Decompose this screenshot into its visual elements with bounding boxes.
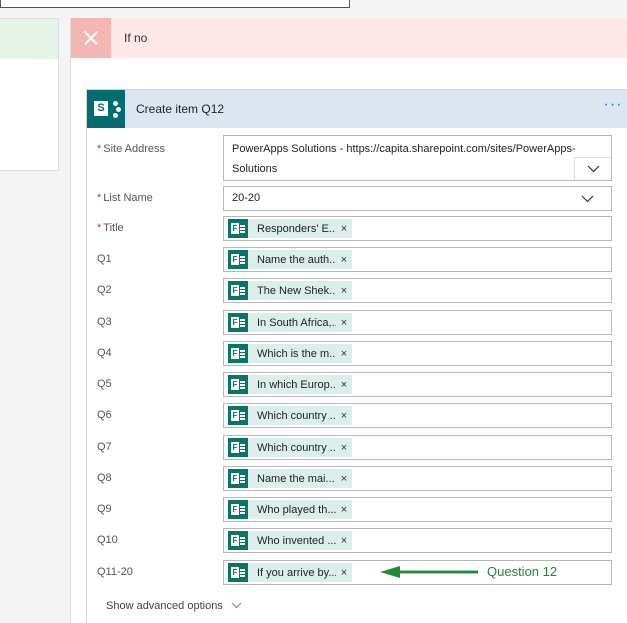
question-label: Q2 bbox=[97, 284, 112, 296]
if-no-branch: If no S Create item Q12 ··· * Site Addres… bbox=[70, 18, 627, 623]
remove-token-icon[interactable]: × bbox=[336, 285, 352, 297]
show-advanced-options-label: Show advanced options bbox=[106, 600, 223, 612]
site-address-field[interactable]: PowerApps Solutions - https://capita.sha… bbox=[223, 135, 612, 181]
card-title: Create item Q12 bbox=[136, 102, 225, 116]
forms-icon: F bbox=[228, 500, 248, 519]
show-advanced-options[interactable]: Show advanced options bbox=[106, 600, 242, 612]
if-no-label: If no bbox=[124, 31, 148, 45]
remove-token-icon[interactable]: × bbox=[336, 567, 352, 579]
question-field[interactable]: F Who played th... × bbox=[223, 497, 612, 522]
question-field[interactable]: F Who invented ... × bbox=[223, 528, 612, 553]
dynamic-content-token[interactable]: F Name the mai... × bbox=[228, 469, 352, 488]
chevron-down-icon[interactable] bbox=[581, 195, 594, 203]
token-label: Who played th... bbox=[257, 503, 336, 516]
remove-token-icon[interactable]: × bbox=[336, 442, 352, 454]
forms-icon: F bbox=[228, 250, 248, 269]
question-label: Q7 bbox=[97, 441, 112, 453]
site-address-label: * Site Address bbox=[97, 143, 166, 155]
list-name-value: 20-20 bbox=[232, 192, 261, 204]
question-field[interactable]: F Name the mai... × bbox=[223, 466, 612, 491]
list-name-field[interactable]: 20-20 bbox=[223, 186, 612, 211]
card-header[interactable]: S Create item Q12 ··· bbox=[87, 90, 627, 128]
remove-token-icon[interactable]: × bbox=[336, 410, 352, 422]
sharepoint-icon: S bbox=[87, 90, 125, 128]
dynamic-content-token[interactable]: F Who played th... × bbox=[228, 500, 352, 519]
forms-icon: F bbox=[228, 469, 248, 488]
token-label: Which country ... bbox=[257, 409, 336, 422]
dynamic-content-token[interactable]: F Which country ... × bbox=[228, 406, 352, 425]
if-yes-header[interactable] bbox=[0, 19, 58, 59]
question-field[interactable]: F In which Europ... × bbox=[223, 372, 612, 397]
token-label: Responders' E... bbox=[257, 222, 336, 235]
token-label: Which is the m... bbox=[257, 347, 336, 360]
token-label: Name the auth... bbox=[257, 253, 336, 266]
chevron-down-icon bbox=[587, 165, 600, 173]
remove-token-icon[interactable]: × bbox=[336, 473, 352, 485]
question-label: Q3 bbox=[97, 316, 112, 328]
forms-icon: F bbox=[228, 375, 248, 394]
dynamic-content-token[interactable]: F In South Africa,... × bbox=[228, 313, 352, 332]
question-field[interactable]: F Name the auth... × bbox=[223, 247, 612, 272]
remove-token-icon[interactable]: × bbox=[336, 535, 352, 547]
more-options-button[interactable]: ··· bbox=[602, 97, 624, 116]
forms-icon: F bbox=[228, 219, 248, 238]
forms-icon: F bbox=[228, 281, 248, 300]
remove-token-icon[interactable]: × bbox=[336, 379, 352, 391]
site-address-value-line2: Solutions bbox=[232, 163, 278, 175]
question-label: Q5 bbox=[97, 378, 112, 390]
remove-token-icon[interactable]: × bbox=[336, 504, 352, 516]
remove-token-icon[interactable]: × bbox=[336, 348, 352, 360]
dynamic-content-token[interactable]: F Responders' E... × bbox=[228, 219, 352, 238]
token-label: Who invented ... bbox=[257, 534, 336, 547]
forms-icon: F bbox=[228, 563, 248, 582]
dynamic-content-token[interactable]: F If you arrive by... × bbox=[228, 563, 352, 582]
title-field[interactable]: F Responders' E... × bbox=[223, 216, 612, 241]
remove-token-icon[interactable]: × bbox=[336, 254, 352, 266]
question-label: Q4 bbox=[97, 347, 112, 359]
token-label: In which Europ... bbox=[257, 378, 336, 391]
forms-icon: F bbox=[228, 344, 248, 363]
dynamic-content-token[interactable]: F Who invented ... × bbox=[228, 531, 352, 550]
question-field[interactable]: F The New Shek... × bbox=[223, 278, 612, 303]
token-label: The New Shek... bbox=[257, 284, 336, 297]
forms-icon: F bbox=[228, 438, 248, 457]
question-label: Q10 bbox=[97, 534, 118, 546]
question-label: Q6 bbox=[97, 409, 112, 421]
dynamic-content-token[interactable]: F Which is the m... × bbox=[228, 344, 352, 363]
token-label: If you arrive by... bbox=[257, 566, 336, 579]
chevron-down-icon bbox=[231, 600, 242, 612]
remove-token-icon[interactable]: × bbox=[336, 317, 352, 329]
close-icon bbox=[71, 18, 111, 58]
site-address-dropdown-button[interactable] bbox=[574, 157, 611, 180]
question-field[interactable]: F In South Africa,... × bbox=[223, 310, 612, 335]
dynamic-content-token[interactable]: F Which country ... × bbox=[228, 438, 352, 457]
remove-token-icon[interactable]: × bbox=[336, 223, 352, 235]
list-name-label: * List Name bbox=[97, 192, 153, 204]
token-label: Which country ... bbox=[257, 441, 336, 454]
annotation-arrow-icon bbox=[380, 566, 478, 578]
top-container-box bbox=[0, 0, 350, 8]
forms-icon: F bbox=[228, 313, 248, 332]
question-label: Q11-20 bbox=[97, 566, 133, 578]
site-address-value-line1: PowerApps Solutions - https://capita.sha… bbox=[232, 143, 576, 155]
dynamic-content-token[interactable]: F The New Shek... × bbox=[228, 281, 352, 300]
create-item-card: S Create item Q12 ··· * Site Address Powe… bbox=[86, 89, 627, 623]
token-label: In South Africa,... bbox=[257, 316, 336, 329]
token-label: Name the mai... bbox=[257, 472, 335, 485]
dynamic-content-token[interactable]: F Name the auth... × bbox=[228, 250, 352, 269]
forms-icon: F bbox=[228, 531, 248, 550]
title-label: * Title bbox=[97, 222, 124, 234]
question-label: Q9 bbox=[97, 503, 112, 515]
annotation-label: Question 12 bbox=[487, 564, 558, 579]
forms-icon: F bbox=[228, 406, 248, 425]
question-field[interactable]: F Which country ... × bbox=[223, 403, 612, 428]
question-label: Q8 bbox=[97, 472, 112, 484]
question-label: Q1 bbox=[97, 253, 112, 265]
dynamic-content-token[interactable]: F In which Europ... × bbox=[228, 375, 352, 394]
if-no-header[interactable]: If no bbox=[71, 18, 627, 58]
question-field[interactable]: F Which is the m... × bbox=[223, 341, 612, 366]
question-field[interactable]: F Which country ... × bbox=[223, 435, 612, 460]
if-yes-panel bbox=[0, 18, 59, 171]
